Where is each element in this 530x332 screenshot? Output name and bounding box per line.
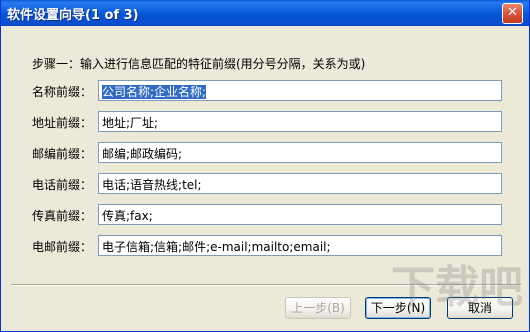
field-row-fax: 传真前缀： 传真;fax; — [32, 204, 502, 226]
footer-divider — [11, 284, 521, 286]
email-prefix-label: 电邮前缀： — [32, 240, 93, 254]
step-instructions: 步骤一：输入进行信息匹配的特征前缀(用分号分隔，关系为或) — [32, 57, 366, 71]
window-title: 软件设置向导(1 of 3) — [7, 8, 139, 23]
name-prefix-input[interactable]: 公司名称;企业名称; — [98, 80, 502, 101]
phone-prefix-input[interactable]: 电话;语音热线;tel; — [98, 173, 502, 194]
name-prefix-label: 名称前缀： — [32, 85, 93, 99]
fax-prefix-label: 传真前缀： — [32, 209, 93, 223]
close-icon: ✕ — [507, 5, 518, 20]
title-bar[interactable]: 软件设置向导(1 of 3) ✕ — [1, 0, 529, 26]
fax-prefix-input[interactable]: 传真;fax; — [98, 204, 502, 225]
name-prefix-value: 公司名称;企业名称; — [102, 85, 207, 99]
field-row-name: 名称前缀： 公司名称;企业名称; — [32, 80, 502, 102]
wizard-window: 软件设置向导(1 of 3) ✕ 步骤一：输入进行信息匹配的特征前缀(用分号分隔… — [0, 0, 530, 332]
address-prefix-label: 地址前缀： — [32, 116, 93, 130]
next-button[interactable]: 下一步(N) — [365, 297, 431, 319]
email-prefix-input[interactable]: 电子信箱;信箱;邮件;e-mail;mailto;email; — [98, 235, 502, 256]
postcode-prefix-label: 邮编前缀： — [32, 147, 93, 161]
field-row-email: 电邮前缀： 电子信箱;信箱;邮件;e-mail;mailto;email; — [32, 235, 502, 257]
cancel-button[interactable]: 取消 — [447, 297, 513, 319]
phone-prefix-label: 电话前缀： — [32, 178, 93, 192]
address-prefix-input[interactable]: 地址;厂址; — [98, 111, 502, 132]
field-row-postcode: 邮编前缀： 邮编;邮政编码; — [32, 142, 502, 164]
back-button[interactable]: 上一步(B) — [285, 297, 351, 319]
field-row-address: 地址前缀： 地址;厂址; — [32, 111, 502, 133]
close-button[interactable]: ✕ — [502, 3, 523, 24]
postcode-prefix-input[interactable]: 邮编;邮政编码; — [98, 142, 502, 163]
field-row-phone: 电话前缀： 电话;语音热线;tel; — [32, 173, 502, 195]
